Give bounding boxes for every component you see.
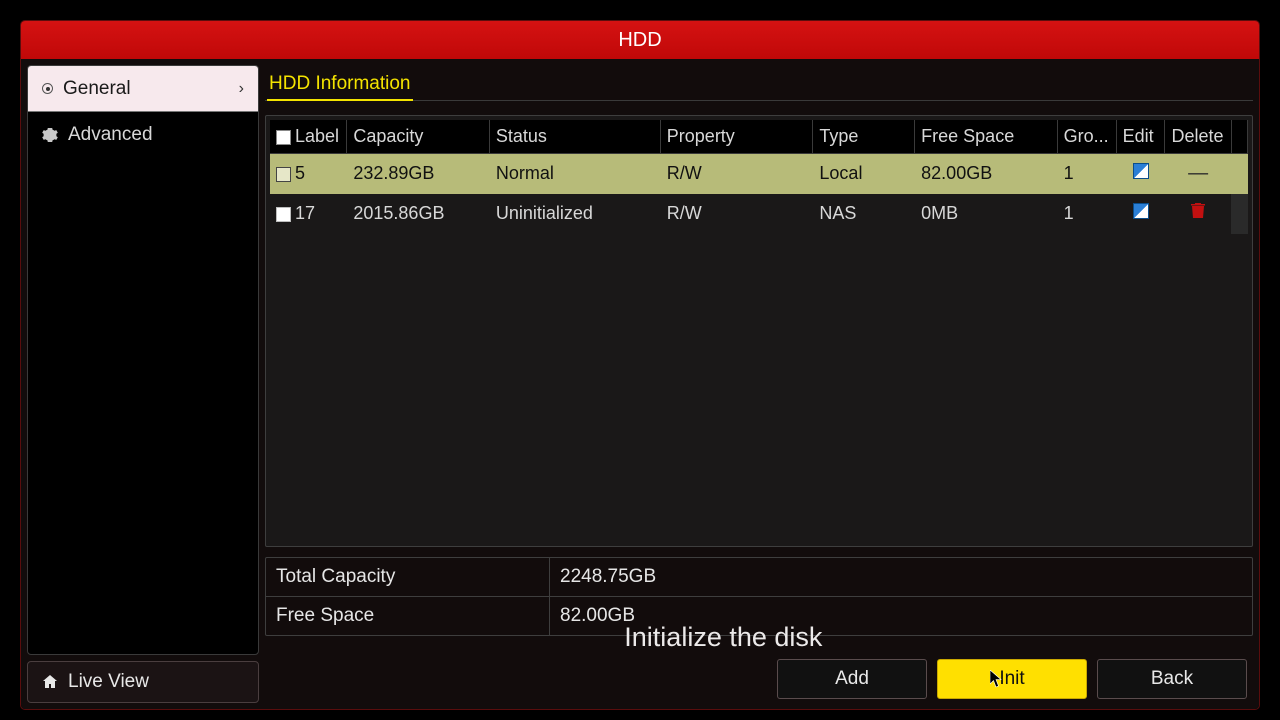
tab-label: HDD Information — [269, 73, 411, 94]
edit-icon[interactable] — [1133, 163, 1149, 179]
col-free-space[interactable]: Free Space — [915, 120, 1057, 154]
summary-key: Free Space — [266, 597, 550, 635]
row-checkbox[interactable] — [276, 207, 291, 222]
summary-value: 82.00GB — [550, 597, 1252, 635]
summary-key: Total Capacity — [266, 558, 550, 596]
header-text: Type — [819, 126, 858, 146]
header-text: Label — [295, 126, 339, 146]
sidebar-item-label: General — [63, 78, 131, 100]
col-group[interactable]: Gro... — [1057, 120, 1116, 154]
summary-row-total: Total Capacity 2248.75GB — [266, 558, 1252, 596]
gear-icon — [42, 127, 58, 143]
edit-icon[interactable] — [1133, 203, 1149, 219]
scrollbar-gutter[interactable] — [1231, 194, 1247, 234]
header-text: Gro... — [1064, 126, 1109, 146]
sidebar-item-advanced[interactable]: Advanced — [28, 112, 258, 158]
cell-free: 82.00GB — [915, 154, 1057, 194]
header-text: Property — [667, 126, 735, 146]
trash-icon[interactable] — [1191, 203, 1205, 219]
cell-property: R/W — [660, 154, 813, 194]
hdd-table-panel: Label Capacity Status Property Type Free… — [265, 115, 1253, 547]
chevron-right-icon: › — [239, 80, 244, 98]
scrollbar-gutter — [1231, 120, 1247, 154]
table-row[interactable]: 17 2015.86GB Uninitialized R/W NAS 0MB 1 — [270, 194, 1248, 234]
scrollbar-gutter[interactable] — [1231, 154, 1247, 194]
window-title: HDD — [618, 29, 661, 51]
radio-icon — [42, 83, 53, 94]
cell-capacity: 232.89GB — [347, 154, 489, 194]
sidebar-nav: General › Advanced — [27, 65, 259, 655]
init-button[interactable]: Init — [937, 659, 1087, 699]
app-body: General › Advanced Live View — [21, 59, 1259, 709]
col-type[interactable]: Type — [813, 120, 915, 154]
button-label: Add — [835, 668, 869, 690]
main-panel: HDD Information Label Capacity Status P — [265, 65, 1253, 703]
col-capacity[interactable]: Capacity — [347, 120, 489, 154]
button-label: Back — [1151, 668, 1193, 690]
title-bar: HDD — [21, 21, 1259, 59]
col-property[interactable]: Property — [660, 120, 813, 154]
button-bar: Add Init Back — [777, 659, 1247, 699]
header-text: Free Space — [921, 126, 1014, 146]
cell-type: Local — [813, 154, 915, 194]
cell-label: 5 — [295, 163, 305, 183]
cell-group: 1 — [1057, 194, 1116, 234]
delete-disabled-icon: — — [1188, 162, 1208, 184]
cell-status: Normal — [489, 154, 660, 194]
header-text: Status — [496, 126, 547, 146]
tab-hdd-information[interactable]: HDD Information — [267, 69, 413, 101]
header-text: Delete — [1171, 126, 1223, 146]
table-row[interactable]: 5 232.89GB Normal R/W Local 82.00GB 1 — — [270, 154, 1248, 194]
cell-free: 0MB — [915, 194, 1057, 234]
col-delete[interactable]: Delete — [1165, 120, 1231, 154]
summary-row-free: Free Space 82.00GB — [266, 596, 1252, 635]
summary-value: 2248.75GB — [550, 558, 1252, 596]
live-view-label: Live View — [68, 671, 149, 693]
cursor-icon — [990, 670, 1004, 688]
cell-label: 17 — [295, 203, 315, 223]
app-window: HDD General › Advanced — [20, 20, 1260, 710]
live-view-button[interactable]: Live View — [27, 661, 259, 703]
row-checkbox[interactable] — [276, 167, 291, 182]
summary-panel: Total Capacity 2248.75GB Free Space 82.0… — [265, 557, 1253, 636]
sidebar: General › Advanced Live View — [27, 65, 259, 703]
sidebar-item-label: Advanced — [68, 124, 153, 146]
table-header-row: Label Capacity Status Property Type Free… — [270, 120, 1248, 154]
hdd-table: Label Capacity Status Property Type Free… — [270, 120, 1248, 234]
cell-type: NAS — [813, 194, 915, 234]
cell-status: Uninitialized — [489, 194, 660, 234]
header-text: Edit — [1123, 126, 1154, 146]
sidebar-item-general[interactable]: General › — [28, 66, 258, 112]
home-icon — [42, 674, 58, 690]
col-edit[interactable]: Edit — [1116, 120, 1165, 154]
select-all-checkbox[interactable] — [276, 130, 291, 145]
col-label[interactable]: Label — [270, 120, 347, 154]
table-empty-area — [270, 234, 1248, 543]
cell-group: 1 — [1057, 154, 1116, 194]
col-status[interactable]: Status — [489, 120, 660, 154]
back-button[interactable]: Back — [1097, 659, 1247, 699]
add-button[interactable]: Add — [777, 659, 927, 699]
header-text: Capacity — [353, 126, 423, 146]
tab-bar: HDD Information — [265, 65, 1253, 101]
cell-property: R/W — [660, 194, 813, 234]
cell-capacity: 2015.86GB — [347, 194, 489, 234]
